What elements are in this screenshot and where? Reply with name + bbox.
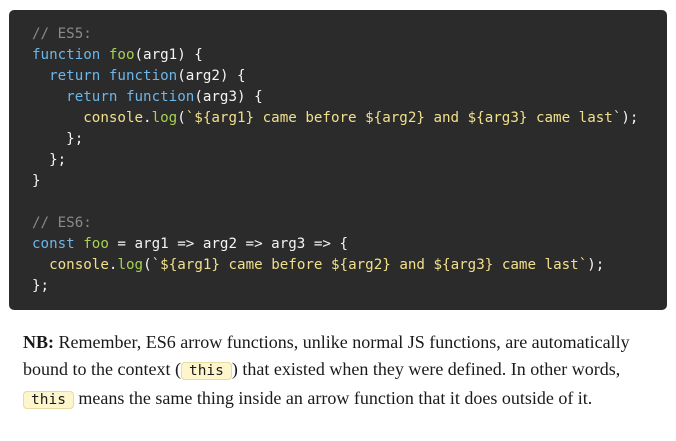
inline-code-this: this — [180, 362, 232, 380]
code-token: log — [151, 110, 178, 126]
code-token: ( — [143, 257, 152, 273]
note-paragraph: NB: Remember, ES6 arrow functions, unlik… — [23, 329, 663, 414]
code-line: return function(arg2) { — [32, 66, 667, 87]
code-token: ); — [621, 110, 639, 126]
code-token: ( — [177, 110, 186, 126]
code-token: (arg1) { — [134, 47, 203, 63]
code-token: }; — [32, 131, 84, 147]
code-token: console — [49, 257, 109, 273]
inline-code-this: this — [23, 391, 74, 409]
code-token: function — [32, 47, 101, 63]
code-block: // ES5: function foo(arg1) { return funct… — [9, 10, 667, 310]
code-line: }; — [32, 276, 667, 297]
code-token: foo — [83, 236, 109, 252]
code-token: const — [32, 236, 75, 252]
code-token: return — [66, 89, 118, 105]
code-line: // ES5: — [32, 24, 667, 45]
code-token: `${arg1} came before ${arg2} and ${arg3}… — [185, 110, 622, 126]
code-token: (arg3) { — [194, 89, 263, 105]
code-token: function — [125, 89, 195, 105]
code-line: console.log(`${arg1} came before ${arg2}… — [32, 255, 667, 276]
code-token: // ES5: — [32, 26, 92, 42]
code-line: const foo = arg1 => arg2 => arg3 => { — [32, 234, 667, 255]
code-token: . — [143, 110, 152, 126]
code-line: }; — [32, 129, 667, 150]
note-text-2: ) that existed when they were defined. I… — [231, 359, 621, 379]
code-token: console — [83, 110, 144, 126]
note-text-3: means the same thing inside an arrow fun… — [73, 388, 593, 408]
code-token: `${arg1} came before ${arg2} and ${arg3}… — [151, 257, 588, 273]
code-line: // ES6: — [32, 213, 667, 234]
code-line: return function(arg3) { — [32, 87, 667, 108]
note-label: NB: — [23, 332, 54, 352]
code-token: }; — [32, 152, 67, 168]
code-token: = arg1 => arg2 => arg3 => { — [108, 236, 349, 252]
code-token: function — [108, 68, 178, 84]
code-token: } — [32, 173, 41, 189]
code-token: ); — [587, 257, 605, 273]
code-token: return — [49, 68, 101, 84]
code-token: foo — [108, 47, 135, 63]
code-token: (arg2) { — [177, 68, 246, 84]
code-line: }; — [32, 150, 667, 171]
code-line: } — [32, 171, 667, 192]
code-line: function foo(arg1) { — [32, 45, 667, 66]
code-token: // ES6: — [32, 215, 92, 231]
code-line: console.log(`${arg1} came before ${arg2}… — [32, 108, 667, 129]
code-token: }; — [32, 278, 50, 294]
code-token: log — [117, 257, 144, 273]
